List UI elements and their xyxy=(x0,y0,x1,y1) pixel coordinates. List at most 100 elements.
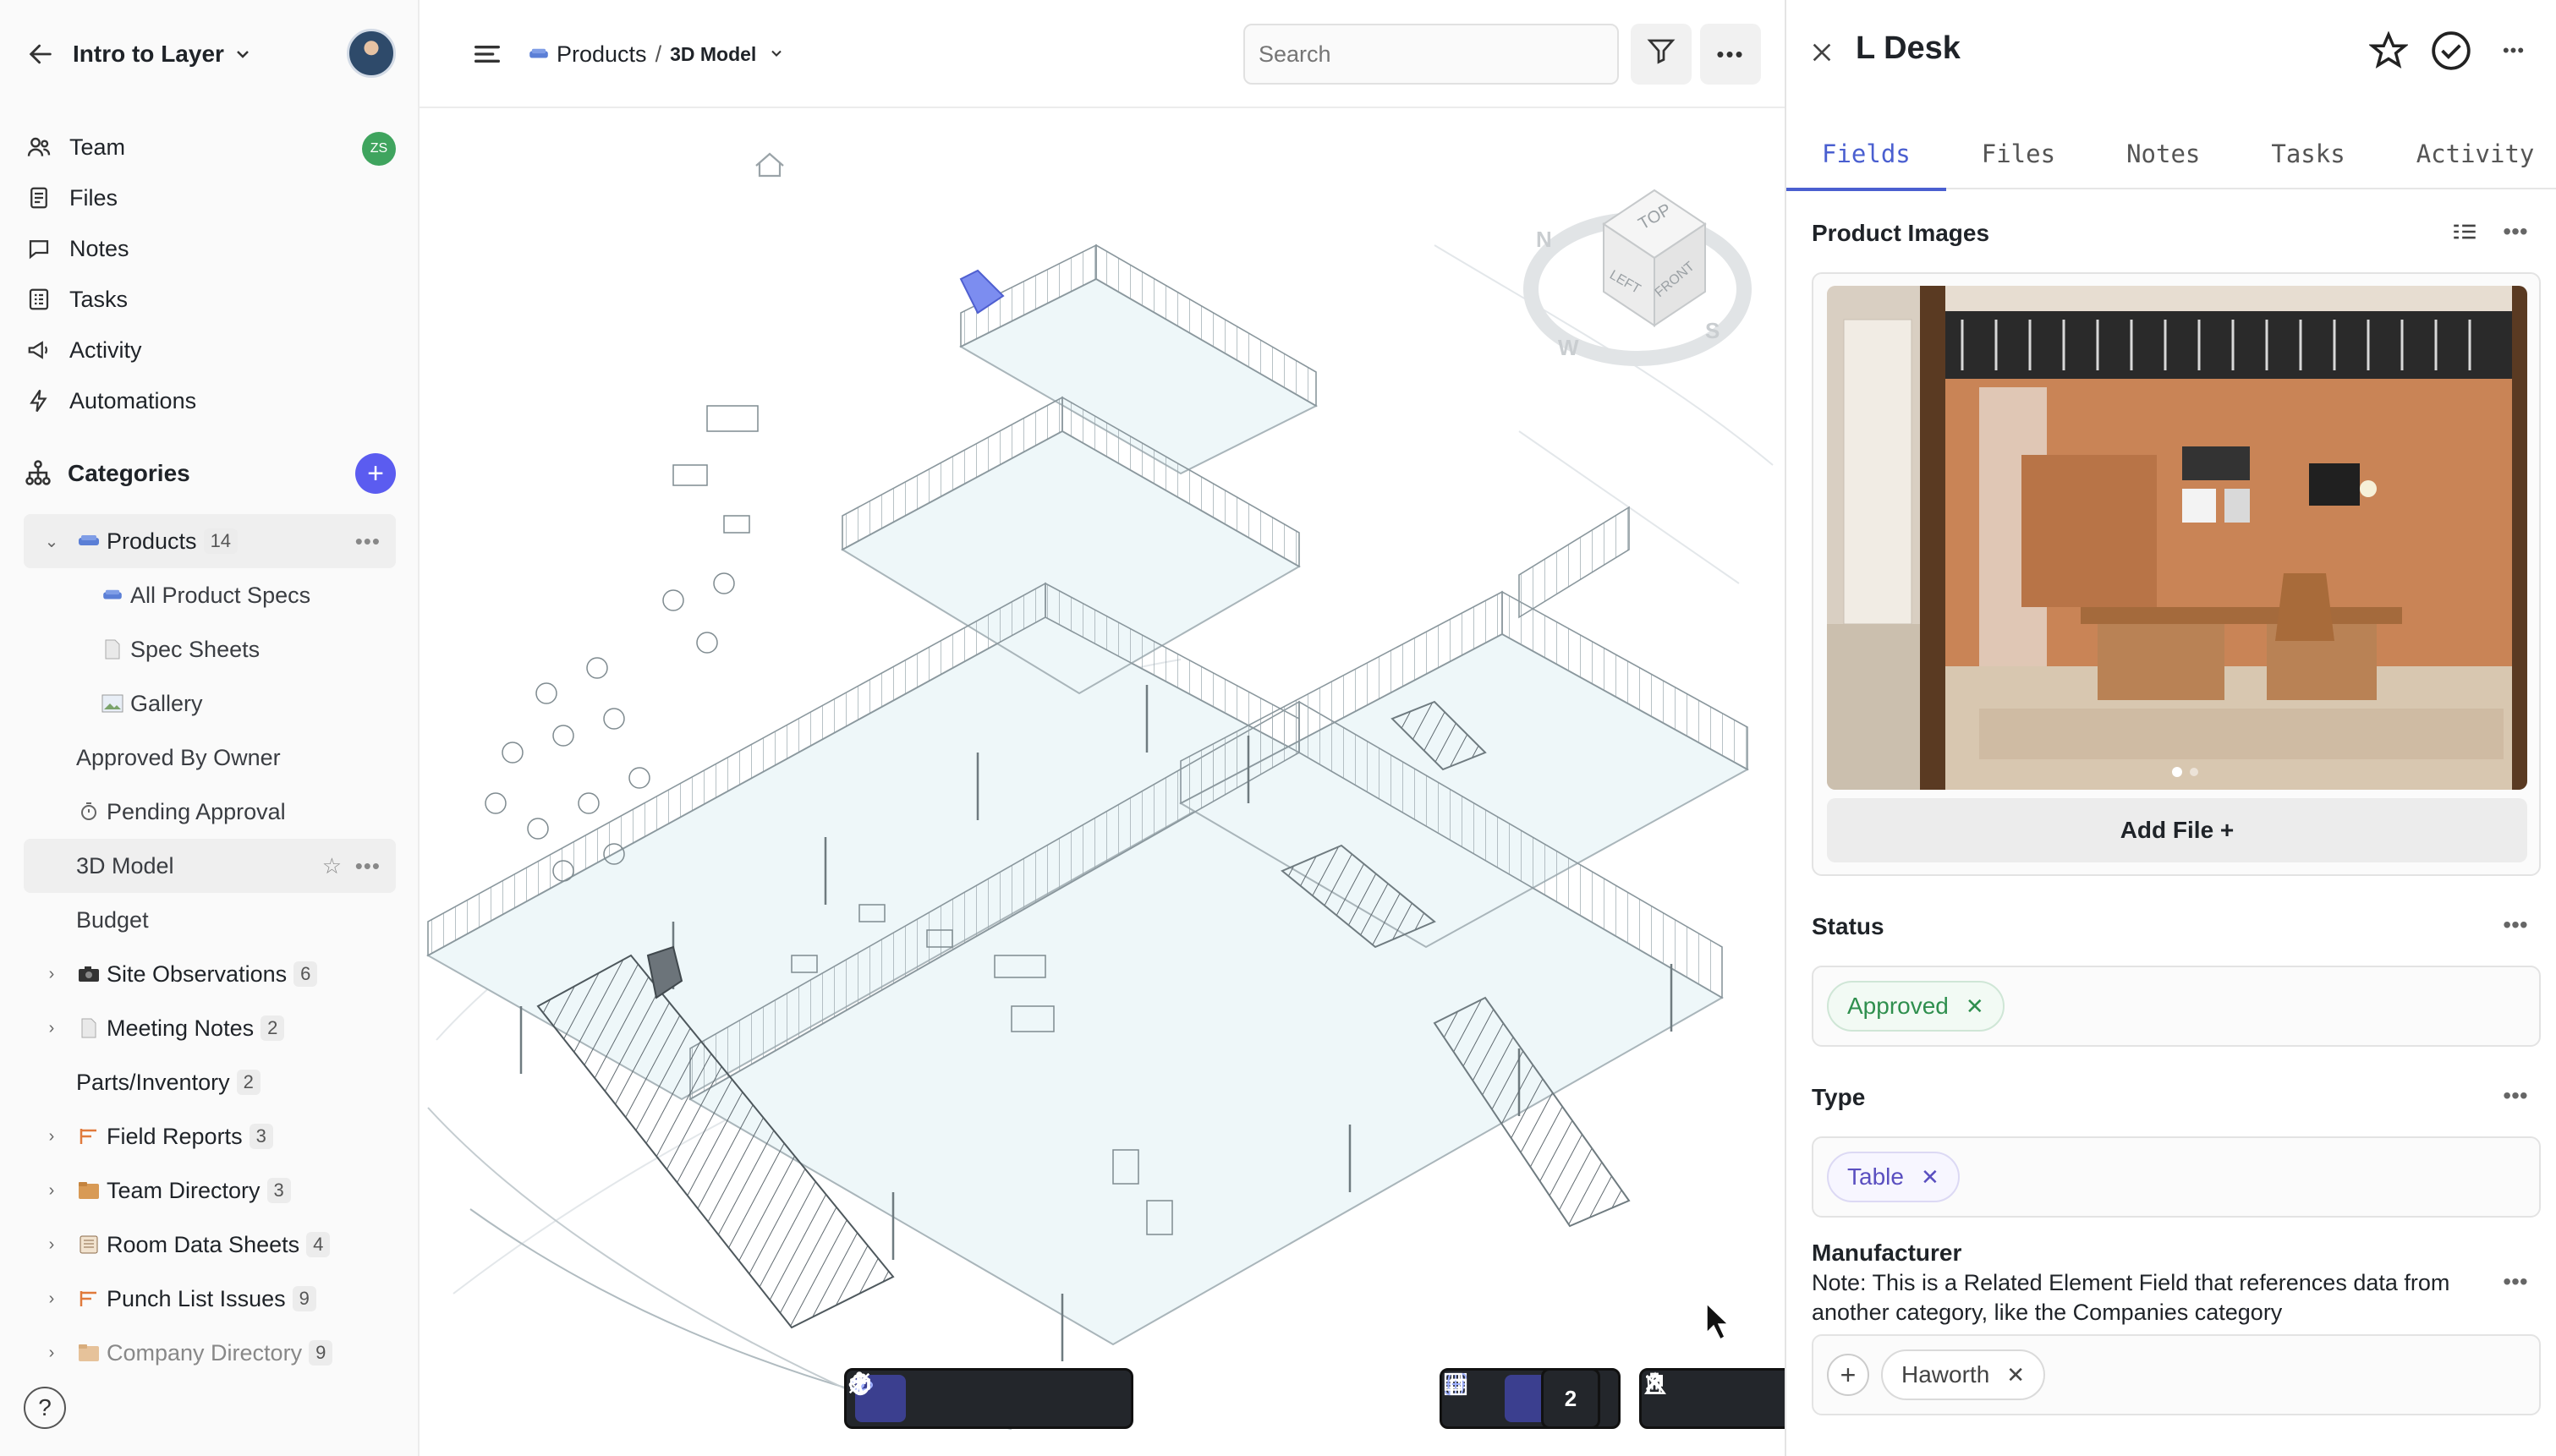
gallery-view-icon[interactable] xyxy=(2444,211,2485,252)
search-input[interactable] xyxy=(1243,24,1619,85)
category-field-reports[interactable]: › Field Reports 3 xyxy=(24,1109,396,1163)
category-team-directory[interactable]: › Team Directory 3 xyxy=(24,1163,396,1218)
add-category-button[interactable]: + xyxy=(355,453,396,494)
view-gallery[interactable]: Gallery xyxy=(24,676,396,731)
nav-item-tasks[interactable]: Tasks xyxy=(24,274,396,325)
view-3d-model[interactable]: 3D Model ☆ ••• xyxy=(24,839,396,893)
view-approved-by-owner[interactable]: Approved By Owner xyxy=(24,731,396,785)
help-button[interactable]: ? xyxy=(24,1387,66,1429)
type-chip[interactable]: Table ✕ xyxy=(1827,1152,1960,1202)
star-icon[interactable]: ☆ xyxy=(322,853,342,879)
home-icon[interactable] xyxy=(755,152,784,178)
pan-tool[interactable] xyxy=(848,1372,960,1422)
close-panel-button[interactable] xyxy=(1803,34,1840,71)
member-badge[interactable]: ZS xyxy=(362,132,396,166)
check-circle-icon[interactable] xyxy=(2429,29,2473,73)
tab-activity[interactable]: Activity xyxy=(2381,118,2556,189)
more-options-button[interactable]: ••• xyxy=(1700,24,1761,85)
nav-item-automations[interactable]: Automations xyxy=(24,375,396,426)
category-site-observations[interactable]: › Site Observations 6 xyxy=(24,947,396,1001)
element-detail-panel: L Desk ••• Fields Files Notes Tasks Acti… xyxy=(1785,0,2556,1456)
walk-tool[interactable] xyxy=(855,1371,1014,1422)
remove-icon[interactable]: ✕ xyxy=(1921,1164,1939,1191)
status-chip[interactable]: Approved ✕ xyxy=(1827,981,2005,1032)
more-icon[interactable]: ••• xyxy=(2495,905,2536,945)
category-room-data-sheets[interactable]: › Room Data Sheets 4 xyxy=(24,1218,396,1272)
breadcrumb-current[interactable]: 3D Model xyxy=(670,43,756,66)
camera-icon xyxy=(76,963,101,985)
3d-viewer-canvas[interactable]: TOP LEFT FRONT N W S 2 xyxy=(420,110,1785,1456)
nav-item-activity[interactable]: Activity xyxy=(24,325,396,375)
chevron-right-icon[interactable]: › xyxy=(42,1344,61,1362)
category-meeting-notes[interactable]: › Meeting Notes 2 xyxy=(24,1001,396,1055)
category-punch-list-issues[interactable]: › Punch List Issues 9 xyxy=(24,1272,396,1326)
chevron-right-icon[interactable]: › xyxy=(42,965,61,983)
chevron-right-icon[interactable]: › xyxy=(42,1235,61,1254)
chevron-right-icon[interactable]: › xyxy=(42,1019,61,1037)
view-pending-approval[interactable]: Pending Approval xyxy=(24,785,396,839)
back-arrow-icon[interactable] xyxy=(24,37,58,71)
type-field[interactable]: Table ✕ xyxy=(1812,1136,2541,1218)
category-count: 4 xyxy=(306,1232,331,1257)
view-cube[interactable]: TOP LEFT FRONT N W S xyxy=(1523,189,1752,366)
view-spec-sheets[interactable]: Spec Sheets xyxy=(24,622,396,676)
manufacturer-field[interactable]: + Haworth ✕ xyxy=(1812,1334,2541,1415)
building-model[interactable]: TOP LEFT FRONT N W S xyxy=(420,110,1785,1456)
category-company-directory[interactable]: › Company Directory 9 xyxy=(24,1326,396,1380)
more-icon[interactable]: ••• xyxy=(2495,211,2536,252)
remove-icon[interactable]: ✕ xyxy=(1966,993,1984,1020)
chevron-down-icon[interactable] xyxy=(768,41,785,68)
product-image[interactable] xyxy=(1827,286,2527,790)
delete-tool[interactable] xyxy=(1646,1372,1785,1422)
chevron-right-icon[interactable]: › xyxy=(42,1181,61,1200)
user-avatar[interactable] xyxy=(347,29,396,78)
nav-label: Files xyxy=(69,184,118,211)
filter-button[interactable] xyxy=(1631,24,1692,85)
menu-icon[interactable] xyxy=(470,37,504,71)
open-link-tool[interactable] xyxy=(1646,1375,1755,1422)
folder-icon xyxy=(76,1342,101,1364)
chevron-down-icon[interactable]: ⌄ xyxy=(42,532,61,551)
selection-count-box: 2 xyxy=(1541,1368,1600,1429)
chevron-down-icon[interactable] xyxy=(233,44,253,64)
category-parts-inventory[interactable]: Parts/Inventory 2 xyxy=(24,1055,396,1109)
tab-tasks[interactable]: Tasks xyxy=(2235,118,2380,189)
picture-icon xyxy=(100,692,125,714)
status-field[interactable]: Approved ✕ xyxy=(1812,966,2541,1047)
tab-files[interactable]: Files xyxy=(1946,118,2091,189)
nav-item-files[interactable]: Files xyxy=(24,172,396,223)
ledger-icon xyxy=(76,1234,101,1256)
view-label: Budget xyxy=(76,906,149,933)
product-images-field: Add File + xyxy=(1812,272,2541,876)
nav-label: Tasks xyxy=(69,286,129,312)
workspace-title[interactable]: Intro to Layer xyxy=(73,41,224,68)
sofa-icon xyxy=(528,41,550,68)
tab-fields[interactable]: Fields xyxy=(1786,118,1946,191)
star-icon[interactable] xyxy=(2367,29,2411,73)
chevron-right-icon[interactable]: › xyxy=(42,1289,61,1308)
chevron-right-icon[interactable]: › xyxy=(42,1127,61,1146)
measure-tool[interactable] xyxy=(848,1372,1068,1422)
more-icon[interactable]: ••• xyxy=(2492,29,2536,73)
breadcrumb-parent[interactable]: Products xyxy=(557,41,647,68)
category-label: Punch List Issues xyxy=(107,1285,286,1311)
view-budget[interactable]: Budget xyxy=(24,893,396,947)
add-related-element-button[interactable]: + xyxy=(1827,1354,1869,1396)
nav-item-notes[interactable]: Notes xyxy=(24,223,396,274)
view-all-product-specs[interactable]: All Product Specs xyxy=(24,568,396,622)
categories-title: Categories xyxy=(68,460,190,486)
add-file-button[interactable]: Add File + xyxy=(1827,798,2527,862)
more-icon[interactable]: ••• xyxy=(2495,1262,2536,1302)
manufacturer-chip[interactable]: Haworth ✕ xyxy=(1881,1349,2046,1400)
more-icon[interactable]: ••• xyxy=(2495,1076,2536,1116)
category-products[interactable]: ⌄ Products 14 ••• xyxy=(24,514,396,568)
more-icon[interactable]: ••• xyxy=(355,853,381,879)
workspace-header[interactable]: Intro to Layer xyxy=(24,25,396,83)
more-icon[interactable]: ••• xyxy=(355,528,381,555)
tab-notes[interactable]: Notes xyxy=(2091,118,2235,189)
selection-count[interactable]: 2 xyxy=(1545,1375,1596,1422)
more-icon: ••• xyxy=(1716,41,1745,67)
remove-icon[interactable]: ✕ xyxy=(2006,1362,2025,1388)
section-tool[interactable] xyxy=(850,1373,1122,1422)
nav-item-team[interactable]: Team ZS xyxy=(24,122,396,172)
